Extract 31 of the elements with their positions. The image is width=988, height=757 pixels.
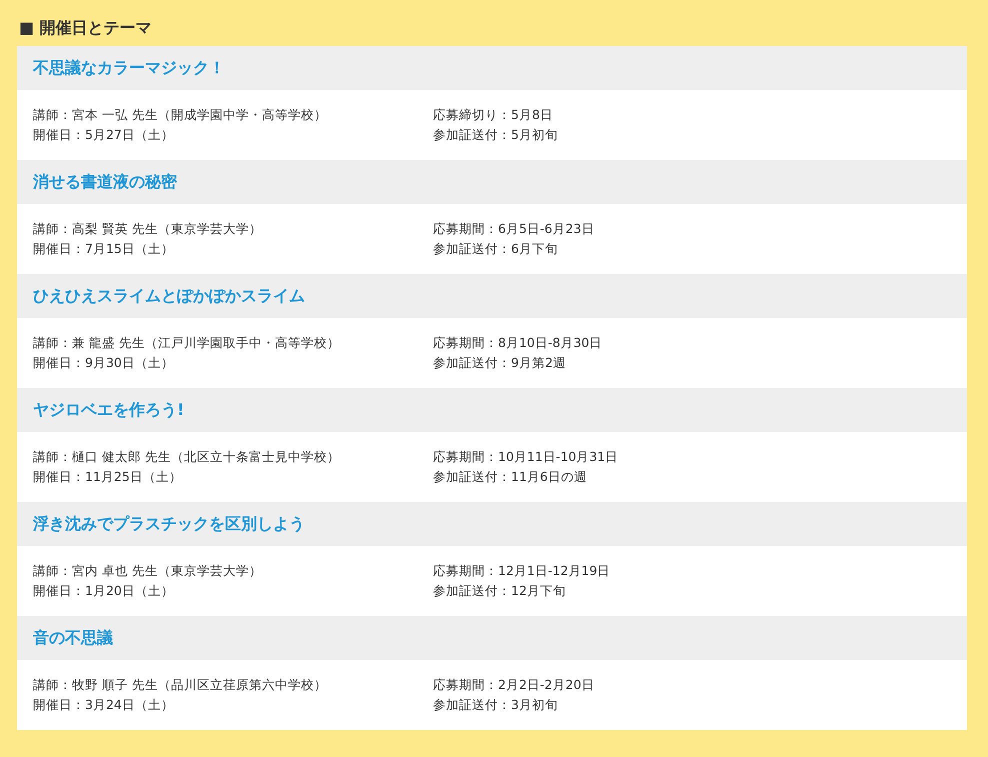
application-period: 応募期間：8月10日-8月30日 [433, 334, 602, 352]
event-date: 開催日：9月30日（土） [33, 354, 174, 372]
pass-shipping: 参加証送付：3月初旬 [433, 696, 558, 714]
application-period: 応募締切り：5月8日 [433, 106, 553, 124]
event-date: 開催日：1月20日（土） [33, 582, 174, 600]
event-date: 開催日：7月15日（土） [33, 240, 174, 258]
event-title: ヤジロベエを作ろう! [33, 400, 184, 420]
event-title: ひえひえスライムとぽかぽかスライム [33, 286, 305, 306]
event-title: 浮き沈みでプラスチックを区別しよう [33, 514, 305, 534]
pass-shipping: 参加証送付：6月下旬 [433, 240, 558, 258]
instructor-text: 講師：宮内 卓也 先生（東京学芸大学） [33, 562, 262, 580]
event-title: 消せる書道液の秘密 [33, 172, 177, 192]
event-date: 開催日：3月24日（土） [33, 696, 174, 714]
pass-shipping: 参加証送付：11月6日の週 [433, 468, 587, 486]
section-heading: ■ 開催日とテーマ [19, 17, 152, 39]
instructor-text: 講師：宮本 一弘 先生（開成学園中学・高等学校） [33, 106, 327, 124]
instructor-text: 講師：兼 龍盛 先生（江戸川学園取手中・高等学校） [33, 334, 340, 352]
event-date: 開催日：11月25日（土） [33, 468, 182, 486]
instructor-text: 講師：高梨 賢英 先生（東京学芸大学） [33, 220, 262, 238]
application-period: 応募期間：2月2日-2月20日 [433, 676, 594, 694]
instructor-text: 講師：樋口 健太郎 先生（北区立十条富士見中学校） [33, 448, 340, 466]
application-period: 応募期間：10月11日-10月31日 [433, 448, 618, 466]
application-period: 応募期間：12月1日-12月19日 [433, 562, 610, 580]
event-title: 音の不思議 [33, 628, 113, 648]
pass-shipping: 参加証送付：9月第2週 [433, 354, 566, 372]
application-period: 応募期間：6月5日-6月23日 [433, 220, 594, 238]
pass-shipping: 参加証送付：5月初旬 [433, 126, 558, 144]
pass-shipping: 参加証送付：12月下旬 [433, 582, 566, 600]
event-date: 開催日：5月27日（土） [33, 126, 174, 144]
event-title: 不思議なカラーマジック！ [33, 58, 225, 78]
instructor-text: 講師：牧野 順子 先生（品川区立荏原第六中学校） [33, 676, 327, 694]
